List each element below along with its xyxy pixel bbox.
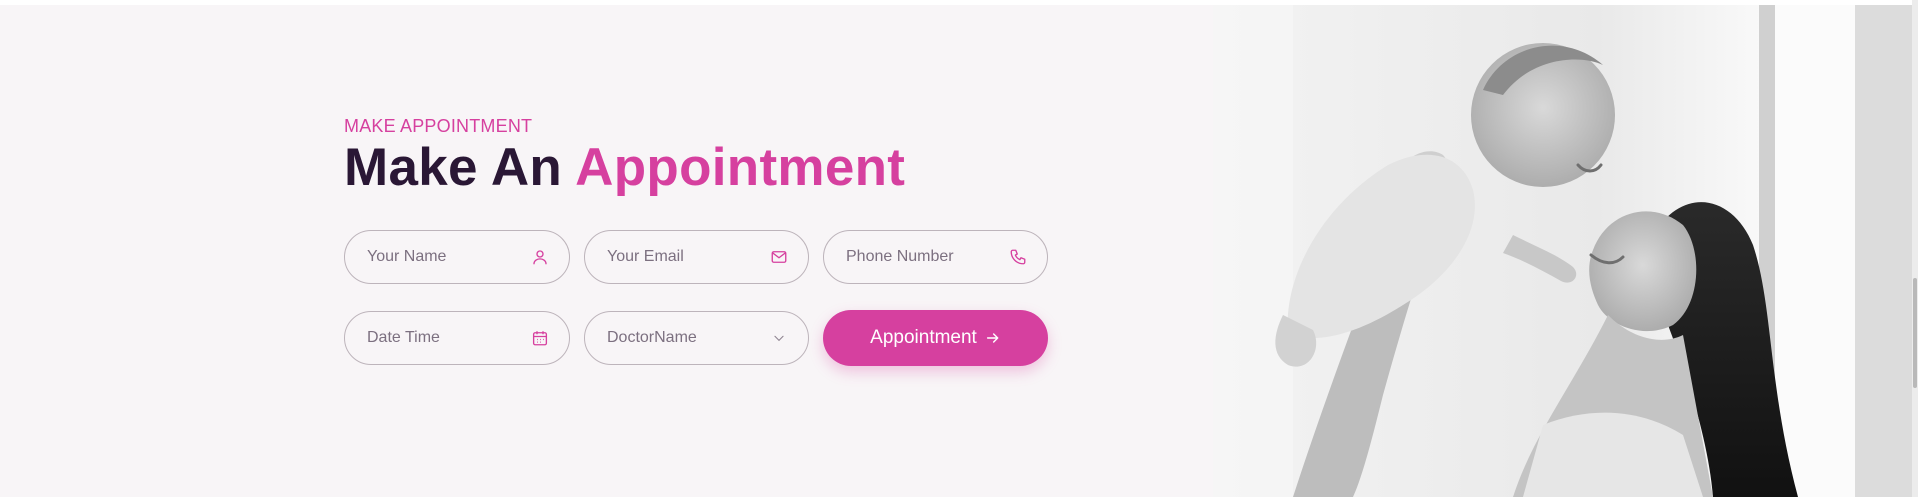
appointment-section: MAKE APPOINTMENT Make An Appointment You… bbox=[0, 5, 1912, 497]
calendar-icon bbox=[532, 331, 548, 346]
doctor-select-value: DoctorName bbox=[607, 329, 697, 346]
scrollbar-thumb[interactable] bbox=[1913, 278, 1917, 388]
phone-field[interactable] bbox=[823, 230, 1048, 284]
appointment-submit-button[interactable]: Appointment bbox=[823, 310, 1048, 366]
mother-lifting-baby-photo bbox=[1213, 5, 1912, 497]
section-eyebrow: MAKE APPOINTMENT bbox=[344, 116, 533, 136]
appointment-submit-label: Appointment bbox=[870, 327, 977, 348]
datetime-field[interactable] bbox=[344, 311, 570, 365]
doctor-select[interactable]: DoctorName bbox=[584, 311, 809, 365]
title-accent: Appointment bbox=[575, 138, 906, 197]
section-title: Make An Appointment bbox=[344, 137, 905, 198]
hero-photo-graphic bbox=[1213, 5, 1912, 497]
page-scrollbar[interactable] bbox=[1912, 0, 1918, 497]
phone-icon bbox=[1010, 249, 1026, 265]
mail-icon bbox=[771, 251, 787, 263]
title-main: Make An bbox=[344, 138, 563, 197]
chevron-down-icon bbox=[774, 335, 784, 342]
email-field[interactable] bbox=[584, 230, 809, 284]
arrow-right-icon bbox=[986, 333, 999, 343]
name-field[interactable] bbox=[344, 230, 570, 284]
user-icon bbox=[533, 250, 547, 265]
